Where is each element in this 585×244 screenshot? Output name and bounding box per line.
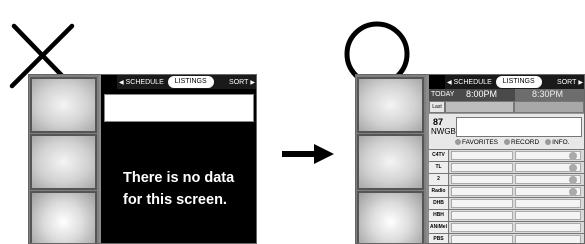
- channel-logo: Radio: [429, 186, 449, 197]
- menu-sort[interactable]: SORT: [229, 79, 248, 86]
- program-slot[interactable]: [451, 163, 513, 172]
- info-button[interactable]: INFO.: [545, 139, 570, 146]
- favorites-button[interactable]: FAVORITES: [455, 139, 498, 146]
- status-badge-icon: [569, 188, 577, 196]
- menu-sort[interactable]: SORT: [557, 79, 576, 86]
- listings-panel: TODAY 8:00PM 8:30PM Last 87 NWGB FAVORIT…: [429, 89, 584, 243]
- channel-logo: PBS: [429, 234, 449, 243]
- left-thumbnail-column: [29, 75, 99, 243]
- record-dot-icon: [504, 139, 510, 145]
- left-guide-screen: ◀ SCHEDULE LISTINGS SORT ▶ There is no d…: [28, 74, 257, 244]
- thumbnail-tile: [30, 77, 97, 133]
- menu-schedule[interactable]: SCHEDULE: [454, 79, 492, 86]
- channel-logo: ANiMel: [429, 222, 449, 233]
- search-input[interactable]: [104, 94, 254, 122]
- today-label: TODAY: [431, 91, 455, 98]
- thumbnail-tile: [357, 191, 424, 243]
- thumbnail-tile: [357, 77, 424, 133]
- time-slot-2: 8:30PM: [532, 89, 564, 99]
- channel-logo: C4TV: [429, 150, 449, 161]
- thumbnail-tile: [30, 134, 97, 190]
- program-slot[interactable]: [451, 151, 513, 160]
- program-slot[interactable]: [515, 223, 581, 232]
- menu-logo-block: [101, 75, 117, 89]
- program-slot[interactable]: [451, 175, 513, 184]
- menu-schedule[interactable]: SCHEDULE: [126, 79, 164, 86]
- record-button[interactable]: RECORD: [504, 139, 539, 146]
- menu-logo-block: [429, 75, 445, 89]
- program-slot[interactable]: [451, 223, 513, 232]
- right-menu-bar: ◀ SCHEDULE LISTINGS SORT ▶: [429, 75, 584, 89]
- channel-row[interactable]: PBS: [429, 233, 584, 243]
- menu-listings[interactable]: LISTINGS: [495, 76, 542, 88]
- channel-logo: HBH: [429, 210, 449, 221]
- channel-logo: TL: [429, 162, 449, 173]
- channel-row[interactable]: TL: [429, 161, 584, 173]
- left-menu-bar: ◀ SCHEDULE LISTINGS SORT ▶: [101, 75, 256, 89]
- program-slot[interactable]: [515, 102, 583, 112]
- favorites-label: FAVORITES: [462, 139, 498, 146]
- channel-rows: C4TV TL 2 Radio DHB HBH ANiMel PBS: [429, 149, 584, 243]
- program-slot[interactable]: [451, 235, 513, 243]
- action-buttons: FAVORITES RECORD INFO.: [455, 139, 584, 146]
- time-bar: TODAY 8:00PM 8:30PM: [429, 89, 584, 101]
- left-arrow-icon[interactable]: ◀: [445, 79, 454, 86]
- channel-row[interactable]: 2: [429, 173, 584, 185]
- status-badge-icon: [569, 152, 577, 160]
- program-info-box: [456, 117, 582, 137]
- time-slot-1: 8:00PM: [466, 89, 498, 99]
- program-slot[interactable]: [446, 102, 513, 112]
- last-channel-row[interactable]: Last: [429, 101, 584, 113]
- program-slot[interactable]: [451, 187, 513, 196]
- channel-row[interactable]: DHB: [429, 197, 584, 209]
- right-guide-screen: ◀ SCHEDULE LISTINGS SORT ▶ TODAY 8:00PM …: [355, 74, 585, 244]
- channel-name: NWGB: [431, 127, 456, 136]
- record-label: RECORD: [511, 139, 540, 146]
- info-label: INFO.: [552, 139, 570, 146]
- channel-row[interactable]: HBH: [429, 209, 584, 221]
- last-label: Last: [430, 102, 444, 112]
- no-data-line-1: There is no data: [123, 170, 235, 186]
- status-badge-icon: [569, 176, 577, 184]
- channel-logo: 2: [429, 174, 449, 185]
- no-data-message: There is no data for this screen.: [123, 167, 253, 211]
- menu-listings[interactable]: LISTINGS: [167, 76, 214, 88]
- program-slot[interactable]: [515, 211, 581, 220]
- program-slot[interactable]: [451, 211, 513, 220]
- info-dot-icon: [545, 139, 552, 145]
- program-slot[interactable]: [515, 235, 581, 243]
- right-arrow-icon[interactable]: ▶: [576, 79, 584, 86]
- channel-row[interactable]: ANiMel: [429, 221, 584, 233]
- channel-number: 87: [433, 117, 444, 127]
- channel-logo: DHB: [429, 198, 449, 209]
- right-thumbnail-column: [356, 75, 426, 243]
- left-content-area: There is no data for this screen.: [101, 89, 256, 243]
- no-data-line-2: for this screen.: [123, 192, 227, 208]
- program-slot[interactable]: [451, 199, 513, 208]
- selected-channel-block[interactable]: 87 NWGB FAVORITES RECORD INFO.: [429, 113, 584, 149]
- status-badge-icon: [569, 164, 577, 172]
- thumbnail-tile: [30, 191, 97, 243]
- thumbnail-tile: [357, 134, 424, 190]
- program-slot[interactable]: [515, 199, 581, 208]
- right-arrow-icon[interactable]: ▶: [248, 79, 256, 86]
- channel-row[interactable]: C4TV: [429, 149, 584, 161]
- left-arrow-icon[interactable]: ◀: [117, 79, 126, 86]
- favorites-dot-icon: [455, 139, 461, 145]
- arrow-right-icon: [282, 144, 334, 164]
- channel-row[interactable]: Radio: [429, 185, 584, 197]
